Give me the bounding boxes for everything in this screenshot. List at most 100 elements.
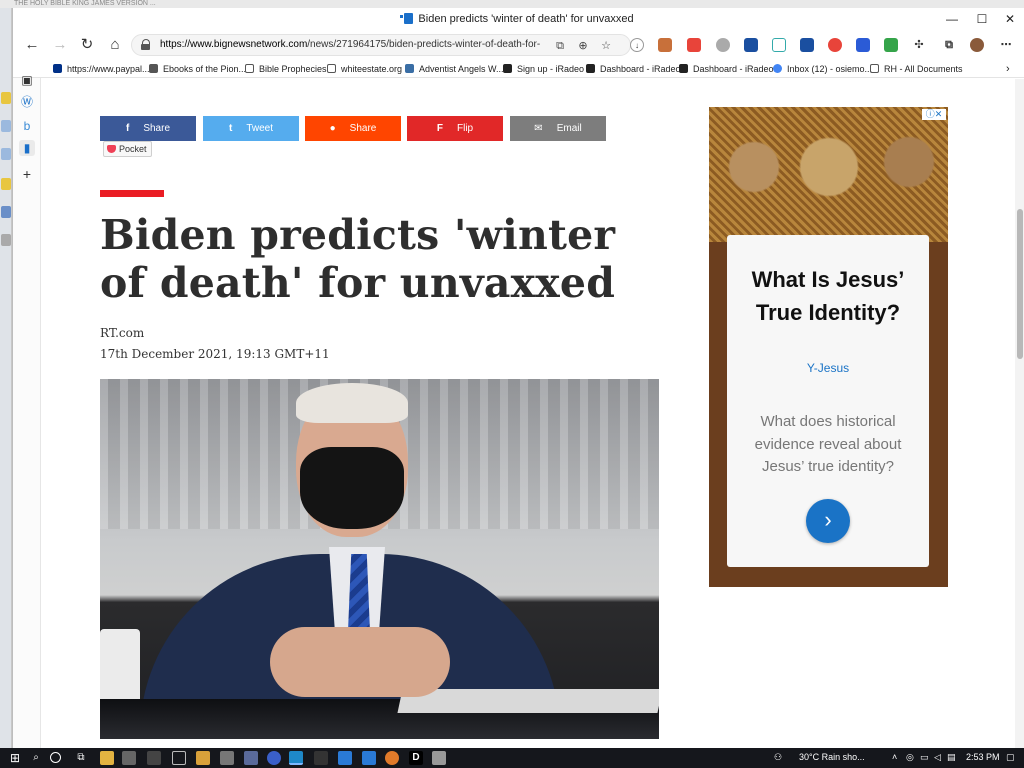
forward-button[interactable]: →	[49, 35, 71, 55]
ad-brand[interactable]: Y-Jesus	[727, 361, 929, 375]
scrollbar-thumb[interactable]	[1017, 209, 1023, 359]
twitter-tweet-button[interactable]: t Tweet	[203, 116, 299, 141]
extension-icon[interactable]	[884, 38, 898, 52]
app-icon[interactable]	[244, 751, 258, 765]
page-scrollbar[interactable]	[1015, 79, 1024, 748]
extension-icon[interactable]	[828, 38, 842, 52]
weather-widget[interactable]: 30°C Rain sho...	[799, 752, 865, 762]
tab-title-area[interactable]: Biden predicts 'winter of death' for unv…	[13, 13, 1024, 25]
favorite-item[interactable]: Adventist Angels W...	[405, 62, 504, 76]
maximize-button[interactable]: ☐	[967, 8, 997, 30]
extension-icon[interactable]	[800, 38, 814, 52]
more-menu-icon[interactable]: ⋯	[999, 38, 1013, 52]
keyboard-icon[interactable]: ▤	[947, 752, 956, 763]
collections-icon[interactable]: ⧉	[942, 38, 956, 52]
favorite-label: whiteestate.org	[341, 64, 403, 74]
edge-browser-icon[interactable]	[289, 751, 303, 765]
app-icon[interactable]	[147, 751, 161, 765]
extensions-puzzle-icon[interactable]: ✣	[912, 38, 926, 52]
favorite-item[interactable]: RH - All Documents	[870, 62, 963, 76]
volume-icon[interactable]: ◁	[934, 752, 941, 763]
store-icon[interactable]	[122, 751, 136, 765]
flipboard-flip-button[interactable]: F Flip	[407, 116, 503, 141]
favorite-item[interactable]: Sign up - iRadeo	[503, 62, 584, 76]
ebook-icon	[149, 64, 158, 73]
app-icon[interactable]: D	[409, 751, 423, 765]
email-share-button[interactable]: ✉ Email	[510, 116, 606, 141]
pocket-save-button[interactable]: Pocket	[103, 141, 152, 157]
close-button[interactable]: ✕	[995, 8, 1024, 30]
favorite-item[interactable]: Dashboard - iRadeo	[586, 62, 681, 76]
favorites-bar: https://www.paypal.... Ebooks of the Pio…	[13, 60, 1024, 78]
tab-actions-icon[interactable]: ▣	[19, 72, 35, 88]
favorite-item[interactable]: Inbox (12) - osiemo...	[773, 62, 872, 76]
ad-title[interactable]: What Is Jesus’ True Identity?	[727, 263, 929, 329]
home-button[interactable]: ⌂	[104, 35, 126, 55]
app-available-icon[interactable]: ⧉	[552, 38, 568, 54]
network-icon[interactable]: ▭	[920, 752, 929, 763]
app-icon[interactable]	[385, 751, 399, 765]
wordpress-icon[interactable]: Ⓦ	[19, 94, 35, 110]
favorite-item[interactable]: whiteestate.org	[327, 62, 402, 76]
adchoices-icon[interactable]: ⓘ✕	[922, 109, 946, 120]
back-button[interactable]: ←	[21, 35, 43, 55]
add-sidebar-item-icon[interactable]: +	[19, 166, 35, 182]
favorite-label: Dashboard - iRadeo	[600, 64, 681, 74]
search-icon[interactable]: ⌕	[29, 751, 43, 765]
favorite-star-icon[interactable]: ☆	[598, 38, 614, 54]
extension-icon[interactable]	[716, 38, 730, 52]
ad-next-arrow-button[interactable]: ›	[806, 499, 850, 543]
site-tab-icon[interactable]: ▮	[19, 140, 35, 156]
app-icon[interactable]	[172, 751, 186, 765]
reddit-share-button[interactable]: ● Share	[305, 116, 401, 141]
extension-icon[interactable]	[744, 38, 758, 52]
iradeo-icon	[503, 64, 512, 73]
file-explorer-icon[interactable]	[100, 751, 114, 765]
extension-icon[interactable]	[772, 38, 786, 52]
app-icon[interactable]	[362, 751, 376, 765]
app-icon[interactable]	[220, 751, 234, 765]
task-view-icon[interactable]: ⧉	[74, 751, 88, 765]
show-hidden-icons-chevron-icon[interactable]: ˄	[892, 752, 897, 762]
facebook-share-button[interactable]: f Share	[100, 116, 196, 141]
extension-download-icon[interactable]: ↓	[630, 38, 644, 52]
notifications-icon[interactable]: ▢	[1006, 752, 1015, 763]
app-icon[interactable]	[267, 751, 281, 765]
extension-icon[interactable]	[687, 38, 701, 52]
background-app-sidebar	[0, 8, 12, 748]
favorite-label: RH - All Documents	[884, 64, 963, 74]
share-label: Email	[556, 123, 582, 134]
refresh-button[interactable]: ↻	[76, 35, 98, 55]
bing-icon[interactable]: b	[19, 118, 35, 134]
cortana-icon[interactable]	[50, 752, 61, 763]
advertisement[interactable]: ⓘ✕ What Is Jesus’ True Identity? Y-Jesus…	[709, 107, 948, 587]
favorite-label: Dashboard - iRadeo	[693, 64, 774, 74]
extension-icon[interactable]	[856, 38, 870, 52]
minimize-button[interactable]: —	[937, 8, 967, 30]
zoom-icon[interactable]: ⊕	[575, 38, 591, 54]
app-icon[interactable]	[196, 751, 210, 765]
extension-icon[interactable]	[658, 38, 672, 52]
background-app-icon	[1, 178, 11, 190]
people-icon[interactable]: ⚇	[774, 752, 782, 763]
url-text[interactable]: https://www.bignewsnetwork.com/news/2719…	[160, 39, 540, 50]
clock-time[interactable]: 2:53 PM	[966, 752, 1000, 762]
favorites-overflow-chevron-icon[interactable]: ›	[1006, 62, 1010, 76]
profile-avatar-icon[interactable]	[970, 38, 984, 52]
app-icon[interactable]	[338, 751, 352, 765]
article-source[interactable]: RT.com	[100, 326, 144, 340]
favorite-item[interactable]: Dashboard - iRadeo	[679, 62, 774, 76]
favorite-label: Inbox (12) - osiemo...	[787, 64, 873, 74]
favorite-item[interactable]: Ebooks of the Pion...	[149, 62, 246, 76]
ad-card[interactable]: What Is Jesus’ True Identity? Y-Jesus Wh…	[727, 235, 929, 567]
favorite-item[interactable]: Bible Prophecies	[245, 62, 327, 76]
tray-app-icon[interactable]: ◎	[906, 752, 914, 763]
favorite-label: Sign up - iRadeo	[517, 64, 585, 74]
address-bar[interactable]: https://www.bignewsnetwork.com/news/2719…	[131, 34, 631, 56]
lock-icon[interactable]	[141, 39, 151, 51]
favorite-item[interactable]: https://www.paypal....	[53, 62, 152, 76]
app-icon[interactable]	[432, 751, 446, 765]
app-icon[interactable]	[314, 751, 328, 765]
background-app-icon	[1, 92, 11, 104]
windows-start-icon[interactable]: ⊞	[8, 751, 22, 765]
